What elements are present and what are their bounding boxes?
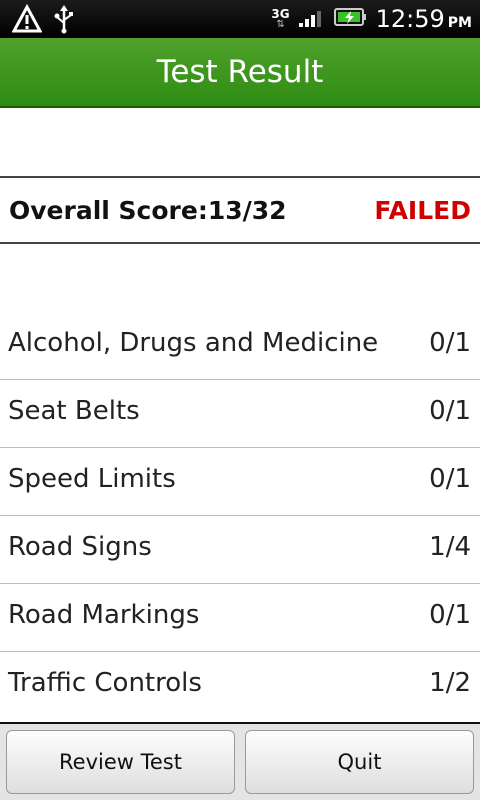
- category-name: Road Signs: [8, 532, 152, 562]
- list-item: Seat Belts 0/1: [0, 380, 480, 448]
- category-name: Traffic Controls: [8, 668, 202, 698]
- review-test-button[interactable]: Review Test: [6, 730, 235, 794]
- battery-charging-icon: [333, 6, 368, 32]
- clock-ampm: PM: [447, 15, 472, 31]
- clock-time: 12:59: [375, 5, 445, 33]
- app-screen: 3G ⇅ 12:59 PM Test Result Overall Score:…: [0, 0, 480, 800]
- category-score: 1/2: [429, 668, 471, 698]
- page-title: Test Result: [156, 54, 324, 90]
- result-status-badge: FAILED: [374, 196, 471, 225]
- status-icons-left: [11, 3, 76, 38]
- category-name: Road Markings: [8, 600, 200, 630]
- data-arrows-icon: ⇅: [276, 19, 285, 30]
- category-score: 0/1: [429, 396, 471, 426]
- usb-icon: [52, 4, 76, 38]
- list-item: Alcohol, Drugs and Medicine 0/1: [0, 312, 480, 380]
- clock: 12:59 PM: [376, 5, 472, 33]
- category-name: Seat Belts: [8, 396, 140, 426]
- title-bar: Test Result: [0, 38, 480, 108]
- overall-score-panel: Overall Score:13/32 FAILED: [0, 176, 480, 244]
- list-item: Speed Limits 0/1: [0, 448, 480, 516]
- alert-icon: [11, 3, 43, 38]
- list-item: Road Markings 0/1: [0, 584, 480, 652]
- bottom-button-bar: Review Test Quit: [0, 722, 480, 800]
- overall-score-label: Overall Score:13/32: [9, 196, 287, 225]
- status-bar: 3G ⇅ 12:59 PM: [0, 0, 480, 38]
- signal-strength-icon: [298, 6, 326, 32]
- category-name: Alcohol, Drugs and Medicine: [8, 328, 379, 358]
- category-score: 0/1: [429, 464, 471, 494]
- status-icons-right: 3G ⇅ 12:59 PM: [271, 0, 472, 38]
- quit-button[interactable]: Quit: [245, 730, 474, 794]
- category-results-list: Alcohol, Drugs and Medicine 0/1 Seat Bel…: [0, 312, 480, 720]
- category-name: Speed Limits: [8, 464, 176, 494]
- list-item: Traffic Controls 1/2: [0, 652, 480, 720]
- category-score: 0/1: [429, 328, 471, 358]
- network-indicator: 3G ⇅: [271, 8, 289, 30]
- list-item: Road Signs 1/4: [0, 516, 480, 584]
- category-score: 1/4: [429, 532, 471, 562]
- category-score: 0/1: [429, 600, 471, 630]
